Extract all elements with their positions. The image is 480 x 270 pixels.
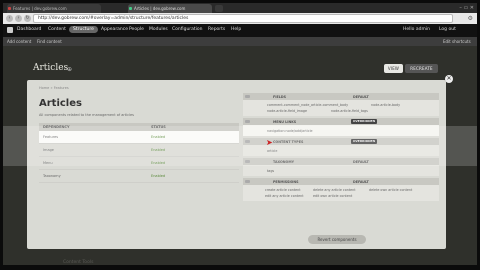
- toolbar-item-help[interactable]: Help: [231, 27, 241, 32]
- browser-tab-features[interactable]: Features | dev.gobrew.com: [7, 4, 101, 13]
- toggle-icon[interactable]: [245, 119, 250, 123]
- toolbar-item-reports[interactable]: Reports: [208, 27, 225, 32]
- table-row: Menu Enabled: [39, 157, 239, 170]
- url-input[interactable]: http://dev.gobrew.com/#overlay=admin/str…: [33, 14, 453, 23]
- section-label: CONTENT TYPES: [273, 139, 304, 144]
- reload-icon[interactable]: ↻: [24, 15, 31, 22]
- column-header-status: STATUS: [151, 125, 166, 129]
- toggle-icon[interactable]: [245, 139, 250, 143]
- dependency-status: Enabled: [151, 161, 166, 165]
- dependency-status: Enabled: [151, 174, 166, 178]
- section-label: MENU LINKS: [273, 119, 297, 124]
- component-item: create article content: [265, 188, 301, 192]
- toggle-icon[interactable]: [245, 179, 250, 183]
- home-icon[interactable]: [7, 27, 13, 33]
- component-item: tags: [267, 169, 275, 173]
- address-bar: ‹ › ↻ http://dev.gobrew.com/#overlay=adm…: [3, 13, 477, 24]
- dependency-name: Menu: [43, 161, 53, 165]
- dependency-table: DEPENDENCY STATUS Features Enabled Image…: [39, 123, 239, 183]
- component-item: edit any article content: [265, 194, 304, 198]
- toolbar-item-dashboard[interactable]: Dashboard: [17, 27, 41, 32]
- component-item: node-article-field_image: [267, 109, 307, 113]
- logout-link[interactable]: Log out: [439, 27, 456, 32]
- toolbar-item-people[interactable]: People: [129, 27, 144, 32]
- page-description: All components related to the management…: [39, 113, 135, 117]
- revert-components-button[interactable]: Revert components: [308, 235, 366, 244]
- dependency-name: Features: [43, 135, 59, 139]
- dependency-status: Enabled: [151, 135, 166, 139]
- toggle-icon[interactable]: [245, 94, 250, 98]
- dependency-name: Taxonomy: [43, 174, 61, 178]
- overlay-header: Articles ⊕ VIEW RECREATE ✕: [27, 58, 455, 83]
- section-state: DEFAULT: [353, 94, 369, 99]
- new-tab-button[interactable]: [215, 5, 223, 12]
- back-icon[interactable]: ‹: [6, 15, 13, 22]
- shortcut-add-content[interactable]: Add content: [7, 39, 31, 44]
- section-menu-links-body: navigation:node/add/article: [243, 125, 439, 136]
- edit-shortcuts-link[interactable]: Edit shortcuts: [443, 39, 471, 44]
- toolbar-item-structure[interactable]: Structure: [69, 26, 98, 33]
- section-label: FIELDS: [273, 94, 286, 99]
- background-text: Content Tools: [63, 260, 94, 265]
- shortcut-find-content[interactable]: Find content: [37, 39, 62, 44]
- component-item: article: [267, 149, 278, 153]
- component-item: delete own article content: [369, 188, 413, 192]
- browser-window: Features | dev.gobrew.com Articles | dev…: [3, 3, 477, 265]
- tab-recreate[interactable]: RECREATE: [405, 64, 438, 73]
- dependency-status: Enabled: [151, 148, 166, 152]
- component-item: delete any article content: [313, 188, 356, 192]
- toolbar-item-content[interactable]: Content: [48, 27, 66, 32]
- shortcut-bar: Add content Find content Edit shortcuts: [3, 37, 477, 46]
- user-greeting[interactable]: Hello admin: [403, 27, 430, 32]
- toggle-icon[interactable]: [245, 159, 250, 163]
- section-label: PERMISSIONS: [273, 179, 299, 184]
- section-state: DEFAULT: [353, 159, 369, 164]
- add-shortcut-icon[interactable]: ⊕: [67, 66, 72, 73]
- component-item: node-article-body: [371, 103, 401, 107]
- component-item: comment-comment_node_article-comment_bod…: [267, 103, 349, 107]
- overridden-badge[interactable]: OVERRIDDEN: [351, 139, 378, 144]
- section-fields: FIELDS DEFAULT: [243, 93, 439, 100]
- screen: Features | dev.gobrew.com Articles | dev…: [0, 0, 480, 270]
- table-row: Features Enabled: [39, 131, 239, 144]
- section-menu-links: MENU LINKS OVERRIDDEN: [243, 118, 439, 125]
- browser-tab-bar: Features | dev.gobrew.com Articles | dev…: [3, 3, 477, 13]
- favicon-icon: [129, 7, 132, 10]
- section-fields-body: comment-comment_node_article-comment_bod…: [243, 100, 439, 116]
- table-row: Image Enabled: [39, 144, 239, 157]
- browser-tab-articles[interactable]: Articles | dev.gobrew.com: [128, 4, 212, 13]
- section-permissions-body: create article content delete any articl…: [243, 185, 439, 201]
- overlay-panel: Home » Features Articles All components …: [27, 80, 446, 249]
- forward-icon[interactable]: ›: [15, 15, 22, 22]
- section-label: TAXONOMY: [273, 159, 295, 164]
- components-panel: FIELDS DEFAULT comment-comment_node_arti…: [243, 93, 439, 201]
- breadcrumb[interactable]: Home » Features: [39, 86, 69, 90]
- browser-tab-label: Articles | dev.gobrew.com: [134, 6, 186, 11]
- window-controls[interactable]: – ▭ ✕: [459, 5, 474, 11]
- dependency-name: Image: [43, 148, 54, 152]
- component-item: node-article-field_tags: [331, 109, 368, 113]
- page-title: Articles: [39, 98, 82, 109]
- toolbar-item-configuration[interactable]: Configuration: [172, 27, 203, 32]
- section-state: DEFAULT: [353, 179, 369, 184]
- toolbar-item-appearance[interactable]: Appearance: [101, 27, 128, 32]
- table-row: Taxonomy Enabled: [39, 170, 239, 183]
- arrow-icon: ➤: [266, 138, 273, 147]
- component-item: navigation:node/add/article: [267, 129, 313, 133]
- component-item: edit own article content: [313, 194, 353, 198]
- admin-toolbar: Dashboard Content Structure Appearance P…: [3, 24, 477, 37]
- column-header-dependency: DEPENDENCY: [43, 125, 70, 129]
- wrench-icon[interactable]: ⚙: [468, 15, 473, 22]
- section-permissions: PERMISSIONS DEFAULT: [243, 178, 439, 185]
- overridden-badge[interactable]: OVERRIDDEN: [351, 119, 378, 124]
- tab-view[interactable]: VIEW: [384, 64, 403, 73]
- toolbar-item-modules[interactable]: Modules: [149, 27, 168, 32]
- table-header: DEPENDENCY STATUS: [39, 123, 239, 131]
- close-icon[interactable]: ✕: [445, 75, 453, 83]
- overlay-title: Articles: [33, 63, 69, 73]
- section-taxonomy: TAXONOMY DEFAULT: [243, 158, 439, 165]
- section-taxonomy-body: tags: [243, 165, 439, 176]
- favicon-icon: [8, 7, 11, 10]
- browser-tab-label: Features | dev.gobrew.com: [13, 6, 67, 11]
